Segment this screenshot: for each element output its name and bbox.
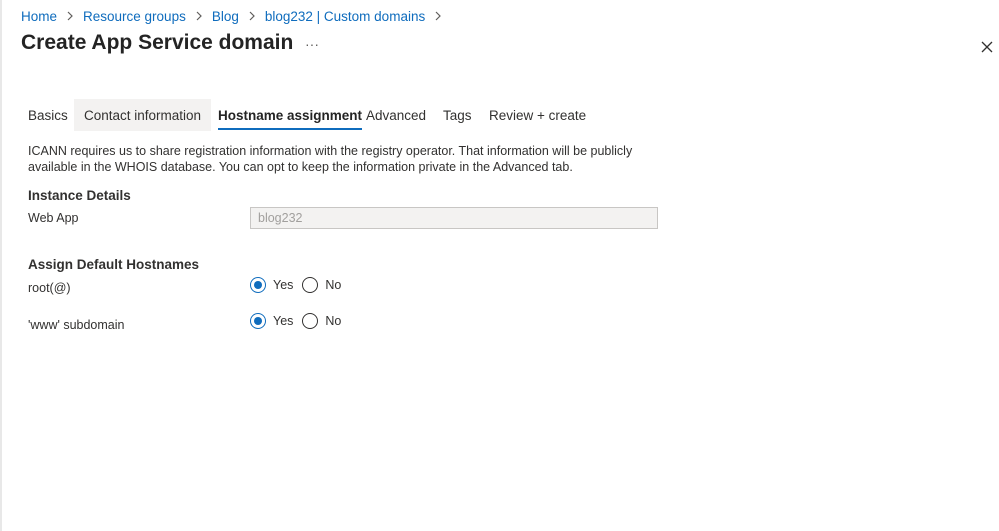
tab-basics[interactable]: Basics (18, 99, 78, 131)
radio-unchecked-icon (302, 313, 319, 329)
breadcrumb-blog[interactable]: Blog (212, 9, 239, 24)
breadcrumb-custom-domains[interactable]: blog232 | Custom domains (265, 9, 425, 24)
www-yes-radio[interactable]: Yes (250, 313, 293, 329)
assign-default-hostnames-heading: Assign Default Hostnames (28, 257, 200, 272)
tab-advanced[interactable]: Advanced (366, 99, 426, 131)
tab-tags[interactable]: Tags (443, 99, 472, 131)
panel-left-edge (0, 0, 2, 531)
root-no-label: No (325, 278, 342, 292)
instance-details-heading: Instance Details (28, 188, 131, 203)
www-radio-group: Yes No (250, 312, 350, 330)
close-icon (981, 41, 993, 53)
breadcrumb-resource-groups[interactable]: Resource groups (83, 9, 186, 24)
root-yes-radio[interactable]: Yes (250, 277, 293, 293)
tab-review-create[interactable]: Review + create (489, 99, 586, 131)
radio-unchecked-icon (302, 277, 319, 293)
root-label: root(@) (28, 281, 71, 295)
www-no-label: No (325, 314, 342, 328)
chevron-right-icon (248, 11, 256, 21)
close-button[interactable] (978, 38, 996, 56)
more-options-button[interactable]: ··· (305, 35, 321, 53)
web-app-label: Web App (28, 211, 79, 225)
breadcrumb: Home Resource groups Blog blog232 | Cust… (21, 7, 451, 25)
chevron-right-icon (66, 11, 74, 21)
root-radio-group: Yes No (250, 276, 350, 294)
www-yes-label: Yes (273, 314, 294, 328)
chevron-right-icon (434, 11, 442, 21)
web-app-input[interactable] (250, 207, 658, 229)
root-no-radio[interactable]: No (302, 277, 341, 293)
chevron-right-icon (195, 11, 203, 21)
www-subdomain-label: 'www' subdomain (28, 318, 125, 332)
root-yes-label: Yes (273, 278, 294, 292)
breadcrumb-home[interactable]: Home (21, 9, 57, 24)
radio-checked-icon (250, 313, 266, 329)
tab-hostname-assignment[interactable]: Hostname assignment (218, 99, 363, 131)
tab-contact-information[interactable]: Contact information (74, 99, 212, 131)
page-title: Create App Service domain (21, 31, 294, 54)
icann-info-text: ICANN requires us to share registration … (28, 144, 633, 174)
radio-checked-icon (250, 277, 266, 293)
www-no-radio[interactable]: No (302, 313, 341, 329)
